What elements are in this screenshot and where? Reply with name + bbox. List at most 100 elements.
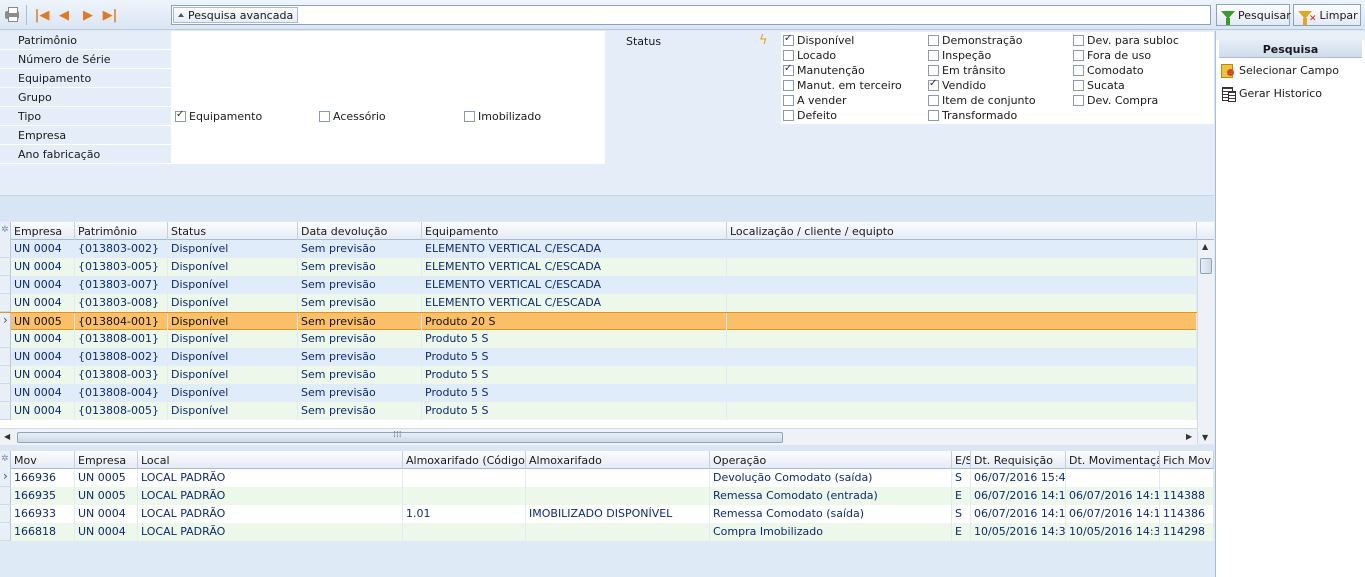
status-option[interactable]: Disponível — [783, 33, 854, 49]
table-row[interactable]: UN 0004 {013803-008} Disponível Sem previsã… — [0, 294, 1214, 312]
column-header[interactable]: Status — [168, 222, 298, 240]
checkbox-icon[interactable] — [928, 78, 939, 91]
checkbox-icon[interactable] — [783, 50, 794, 61]
row-indicator[interactable] — [0, 384, 11, 402]
scrollbar-thumb[interactable] — [17, 430, 783, 443]
checkbox-icon[interactable] — [783, 95, 794, 106]
checkbox-icon[interactable] — [928, 110, 939, 121]
column-header[interactable]: Empresa — [11, 222, 75, 240]
row-indicator[interactable] — [0, 313, 11, 331]
status-option[interactable]: Vendido — [928, 78, 986, 94]
search-button[interactable]: Pesquisar — [1216, 4, 1291, 26]
checkbox-icon[interactable] — [1073, 50, 1084, 61]
table-row[interactable]: UN 0004 {013803-002} Disponível Sem previsã… — [0, 240, 1214, 258]
table-row[interactable]: 166818 UN 0004 LOCAL PADRÃO Compra Imobiliz… — [0, 523, 1214, 541]
status-option[interactable]: Manutenção — [783, 63, 865, 79]
scroll-up-icon[interactable]: ▲ — [1202, 242, 1208, 251]
generate-history-action[interactable]: Gerar Historico — [1216, 82, 1365, 104]
column-header[interactable]: E/S — [952, 451, 971, 469]
first-record-icon[interactable]: |◀ — [34, 7, 50, 23]
checkbox-icon[interactable] — [928, 50, 939, 61]
tipo-option[interactable]: Equipamento — [175, 109, 262, 123]
status-option[interactable]: Comodato — [1073, 64, 1144, 79]
scroll-left-icon[interactable]: ◀ — [4, 432, 10, 441]
table-row[interactable]: UN 0005{013804-001}DisponívelSem previsã… — [0, 312, 1214, 331]
status-option[interactable]: Fora de uso — [1073, 49, 1151, 64]
status-option[interactable]: Defeito — [783, 109, 837, 124]
checkbox-icon[interactable] — [1073, 35, 1084, 46]
tipo-option[interactable]: Acessório — [319, 110, 386, 123]
table-row[interactable]: 166936UN 0005LOCAL PADRÃO Devolução Comod… — [0, 469, 1214, 487]
row-indicator[interactable] — [0, 258, 11, 276]
row-indicator[interactable] — [0, 469, 11, 487]
table-row[interactable]: UN 0004 {013808-003} Disponível Sem previsã… — [0, 366, 1214, 384]
column-header[interactable]: Localização / cliente / equipto — [727, 222, 1197, 240]
last-record-icon[interactable]: ▶| — [102, 7, 118, 23]
table-row[interactable]: UN 0004 {013803-005} Disponível Sem previsã… — [0, 258, 1214, 276]
next-record-icon[interactable]: ▶ — [80, 7, 96, 23]
row-indicator[interactable] — [0, 505, 11, 523]
status-option[interactable]: Dev. para subloc — [1073, 34, 1179, 49]
status-option[interactable]: Dev. Compra — [1073, 94, 1158, 109]
column-header[interactable]: Almoxarifado — [526, 451, 710, 469]
column-header[interactable]: Mov — [11, 451, 75, 469]
previous-record-icon[interactable]: ◀ — [56, 7, 72, 23]
row-indicator[interactable] — [0, 348, 11, 366]
checkbox-icon[interactable] — [1073, 65, 1084, 76]
status-option[interactable]: Inspeção — [928, 49, 991, 64]
scroll-down-icon[interactable]: ▼ — [1202, 433, 1208, 442]
vertical-scrollbar[interactable]: ▲ ▼ — [1197, 240, 1214, 444]
column-header[interactable]: Fich Mov — [1160, 451, 1214, 469]
checkbox-icon[interactable] — [1073, 80, 1084, 91]
row-indicator[interactable] — [0, 294, 11, 312]
equipamento-input[interactable] — [171, 69, 605, 87]
tipo-option[interactable]: Imobilizado — [464, 110, 541, 123]
status-option[interactable]: Em trânsito — [928, 64, 1006, 79]
empresa-input[interactable] — [171, 126, 605, 144]
advanced-search-toggle[interactable]: Pesquisa avancada — [173, 7, 299, 23]
checkbox-icon[interactable] — [1073, 95, 1084, 106]
table-row[interactable]: UN 0004 {013808-001} Disponível Sem previsã… — [0, 330, 1214, 348]
column-header[interactable]: Operação — [710, 451, 952, 469]
table-row[interactable]: 166933 UN 0004 LOCAL PADRÃO 1.01 IMOBILIZADO… — [0, 505, 1214, 523]
grid-options-icon[interactable]: ✲ — [0, 222, 11, 240]
row-indicator[interactable] — [0, 240, 11, 258]
checkbox-icon[interactable] — [928, 65, 939, 76]
scrollbar-thumb[interactable] — [1200, 258, 1212, 274]
status-option[interactable]: Manut. em terceiro — [783, 79, 902, 94]
table-row[interactable]: UN 0004 {013808-004} Disponível Sem previsã… — [0, 384, 1214, 402]
column-header[interactable]: Dt. Movimentação — [1066, 451, 1160, 469]
horizontal-scrollbar[interactable]: ◀ ▶ — [0, 428, 1197, 445]
row-indicator[interactable] — [0, 276, 11, 294]
printer-icon[interactable] — [4, 7, 20, 23]
status-option[interactable]: Sucata — [1073, 79, 1125, 94]
checkbox-icon[interactable] — [928, 95, 939, 106]
column-header[interactable]: Equipamento — [422, 222, 727, 240]
checkbox-icon[interactable] — [175, 109, 186, 122]
table-row[interactable]: 166935 UN 0005 LOCAL PADRÃO Remessa Comodat… — [0, 487, 1214, 505]
row-indicator[interactable] — [0, 487, 11, 505]
patrimonio-input[interactable] — [171, 31, 605, 49]
scroll-right-icon[interactable]: ▶ — [1186, 432, 1192, 441]
grupo-input[interactable] — [171, 88, 605, 106]
numero-serie-input[interactable] — [171, 50, 605, 68]
status-option[interactable]: Item de conjunto — [928, 94, 1036, 109]
grid-options-icon[interactable]: ✲ — [0, 451, 11, 469]
row-indicator[interactable] — [0, 366, 11, 384]
checkbox-icon[interactable] — [464, 111, 475, 122]
select-field-action[interactable]: Selecionar Campo — [1216, 59, 1365, 81]
column-header[interactable]: Data devolução — [298, 222, 422, 240]
column-header[interactable]: Patrimônio — [75, 222, 168, 240]
checkbox-icon[interactable] — [783, 80, 794, 91]
status-option[interactable]: Transformado — [928, 109, 1017, 124]
column-header[interactable]: Almoxarifado (Código) — [403, 451, 526, 469]
ano-fabricacao-input[interactable] — [171, 145, 605, 163]
checkbox-icon[interactable] — [319, 111, 330, 122]
checkbox-icon[interactable] — [783, 33, 794, 46]
advanced-search-bar[interactable]: Pesquisa avancada — [171, 5, 1211, 25]
row-indicator[interactable] — [0, 402, 11, 420]
status-option[interactable]: A vender — [783, 94, 847, 109]
checkbox-icon[interactable] — [783, 63, 794, 76]
row-indicator[interactable] — [0, 523, 11, 541]
column-header[interactable]: Empresa — [75, 451, 138, 469]
